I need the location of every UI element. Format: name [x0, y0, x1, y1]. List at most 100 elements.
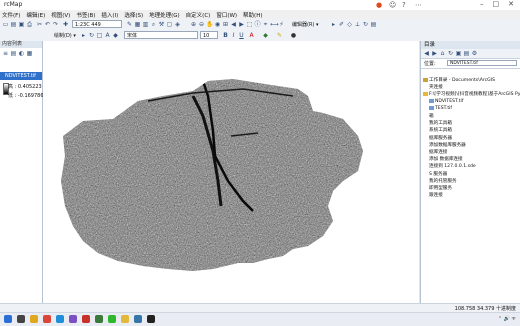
catalog-tree-item[interactable]: 我的托管服务 — [423, 178, 457, 184]
sketch-icon[interactable]: ✐ — [338, 21, 345, 28]
underline-button[interactable]: U — [238, 32, 245, 39]
catalog-tree-item[interactable]: 据库连接 — [423, 149, 447, 155]
editor-icon[interactable]: ✎ — [126, 21, 133, 28]
menu-edit[interactable]: 编辑(E) — [26, 11, 45, 19]
python-icon[interactable] — [134, 315, 142, 323]
scale-combo[interactable]: 1:23C 449 — [72, 20, 122, 28]
hyperlink-icon[interactable]: ⚡ — [278, 21, 285, 28]
find-icon[interactable]: ⌖ — [262, 21, 269, 28]
split-icon[interactable]: ⟂ — [354, 21, 361, 28]
zoom-in-icon[interactable]: ⊕ — [190, 21, 197, 28]
menu-windows[interactable]: 窗口(W) — [216, 11, 237, 19]
marker-color-icon[interactable]: ● — [290, 32, 297, 39]
edit-tool-icon[interactable]: ▸ — [330, 21, 337, 28]
back-icon[interactable]: ◀ — [423, 50, 430, 57]
location-field[interactable]: NDVITEST.tif — [447, 60, 517, 66]
person-icon[interactable]: ☺ — [389, 1, 396, 9]
identify-icon[interactable]: ⓘ — [254, 21, 261, 28]
catalog-tree-item[interactable]: 据库服务器 — [423, 135, 452, 141]
more-icon[interactable]: ⋯ — [415, 1, 422, 9]
editor-toolbar-label[interactable]: 编辑器(R) ▾ — [292, 21, 318, 28]
minimize-icon[interactable]: – — [480, 0, 484, 8]
catalog-tree-item[interactable]: 我的工具箱 — [423, 120, 452, 126]
list-by-drawing-order-icon[interactable]: ≡ — [2, 50, 9, 57]
new-icon[interactable]: ▭ — [2, 21, 9, 28]
list-by-source-icon[interactable]: ▤ — [10, 50, 17, 57]
fill-color-icon[interactable]: ◆ — [262, 32, 269, 39]
font-name-combo[interactable]: 宋体 — [124, 31, 198, 39]
catalog-tree-item[interactable]: 工作目录 - Documents\ArcGIS — [423, 77, 495, 83]
redo-icon[interactable]: ↷ — [52, 21, 59, 28]
undo-icon[interactable]: ↶ — [44, 21, 51, 28]
italic-button[interactable]: I — [230, 32, 237, 39]
zoom-out-icon[interactable]: ⊖ — [198, 21, 205, 28]
catalog-tree-item[interactable]: 即用型服务 — [423, 185, 452, 191]
arcmap-icon[interactable] — [95, 315, 103, 323]
catalog-tree-item[interactable]: F:\[学习视频]\[抖音视频教程]基于ArcGIS Pytho — [423, 91, 520, 97]
close-icon[interactable]: ✕ — [508, 0, 514, 8]
maximize-icon[interactable]: □ — [493, 0, 500, 8]
vertex-icon[interactable]: ◇ — [346, 21, 353, 28]
rotate-element-icon[interactable]: ↻ — [88, 32, 95, 39]
options-icon[interactable]: ⚙ — [471, 50, 478, 57]
catalog-tree-item[interactable]: 添加数据库服务器 — [423, 142, 466, 148]
home-icon[interactable]: ⌂ — [439, 50, 446, 57]
menu-view[interactable]: 视图(V) — [51, 11, 70, 19]
pdf-icon[interactable] — [82, 315, 90, 323]
search-icon[interactable] — [17, 315, 25, 323]
edge-icon[interactable] — [56, 315, 64, 323]
fixed-zoom-icon[interactable]: ⊞ — [222, 21, 229, 28]
table-icon[interactable]: ▦ — [134, 21, 141, 28]
visualstudio-icon[interactable] — [69, 315, 77, 323]
list-by-selection-icon[interactable]: ▦ — [26, 50, 33, 57]
catalog-tree-item[interactable]: NDVITEST.tif — [429, 99, 463, 104]
menu-insert[interactable]: 插入(I) — [101, 11, 118, 19]
rectangle-icon[interactable]: □ — [96, 32, 103, 39]
text-tool-icon[interactable]: A — [104, 32, 111, 39]
folder-icon[interactable] — [121, 315, 129, 323]
select-elements-icon[interactable]: ▸ — [80, 32, 87, 39]
forward-icon[interactable]: ▶ — [431, 50, 438, 57]
menu-help[interactable]: 帮助(H) — [243, 11, 262, 19]
notification-icon[interactable]: ● — [376, 1, 382, 9]
connect-folder-icon[interactable]: ▣ — [455, 50, 462, 57]
search-icon[interactable]: ⌕ — [150, 21, 157, 28]
cut-icon[interactable]: ✂ — [36, 21, 43, 28]
font-color-icon[interactable]: A — [248, 32, 255, 39]
catalog-tree-item[interactable]: 夹连接 — [423, 84, 443, 90]
refresh-icon[interactable]: ↻ — [447, 50, 454, 57]
terminal-icon[interactable] — [147, 315, 155, 323]
catalog-tree-item[interactable]: 系统工具箱 — [423, 127, 452, 133]
catalog-tree-item[interactable]: 跟连接 — [423, 192, 443, 198]
back-icon[interactable]: ◀ — [230, 21, 237, 28]
add-data-icon[interactable]: ✚ — [62, 21, 69, 28]
layer-ndvitest[interactable]: NDVITEST.tif — [0, 72, 42, 80]
catalog-icon[interactable]: ▥ — [142, 21, 149, 28]
catalog-tree-item[interactable]: 添加 数据库连接 — [423, 156, 463, 162]
arctoolbox-icon[interactable]: ⚒ — [158, 21, 165, 28]
drawing-menu[interactable]: 绘制(D) ▾ — [54, 32, 76, 39]
bold-button[interactable]: B — [222, 32, 229, 39]
catalog-tree-item[interactable]: TEST.tif — [429, 106, 452, 111]
menu-selection[interactable]: 选择(S) — [124, 11, 143, 19]
list-by-visibility-icon[interactable]: ◐ — [18, 50, 25, 57]
measure-icon[interactable]: ⟷ — [270, 21, 279, 28]
menu-file[interactable]: 文件(F) — [2, 11, 20, 19]
edit-vertices-icon[interactable]: ◆ — [112, 32, 119, 39]
menu-bookmarks[interactable]: 书签(B) — [76, 11, 95, 19]
wechat-icon[interactable] — [108, 315, 116, 323]
select-icon[interactable]: ⬚ — [246, 21, 253, 28]
menu-geoprocessing[interactable]: 地理处理(G) — [149, 11, 180, 19]
catalog-tree-item[interactable]: 连接到 127.0.0.1.sde — [423, 163, 476, 169]
explorer-icon[interactable] — [30, 315, 38, 323]
catalog-tree-item[interactable]: 箱 — [423, 113, 434, 119]
start-icon[interactable] — [4, 315, 12, 323]
help-icon[interactable]: ? — [402, 1, 406, 9]
font-size-combo[interactable]: 10 — [200, 31, 218, 39]
forward-icon[interactable]: ▶ — [238, 21, 245, 28]
menu-customize[interactable]: 自定义(C) — [186, 11, 211, 19]
rotate-icon[interactable]: ↻ — [362, 21, 369, 28]
full-extent-icon[interactable]: ◉ — [214, 21, 221, 28]
system-tray[interactable]: ⌃ 🔊 ᯤ — [498, 316, 516, 322]
catalog-tree-item[interactable]: S 服务器 — [423, 171, 447, 177]
